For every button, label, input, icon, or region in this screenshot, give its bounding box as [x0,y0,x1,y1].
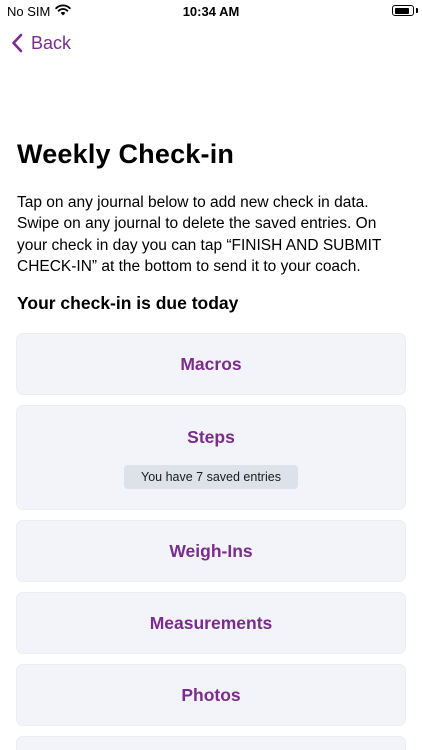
battery-icon [392,5,414,16]
journal-card-measurements[interactable]: Measurements [17,593,405,653]
journal-label: Weigh-Ins [169,541,253,561]
journal-label: Photos [181,685,241,705]
status-bar: No SIM 10:34 AM [0,0,422,22]
chevron-left-icon [12,33,23,53]
journal-card-weigh-ins[interactable]: Weigh-Ins [17,521,405,581]
screen: No SIM 10:34 AM Back Weekly Check-in Tap… [0,0,422,750]
intro-text: Tap on any journal below to add new chec… [17,194,382,276]
journal-card-partial[interactable] [17,737,405,750]
battery-nub [416,8,418,13]
back-label: Back [31,32,72,53]
back-button[interactable]: Back [11,30,71,56]
journal-label: Macros [180,354,242,374]
journal-card-photos[interactable]: Photos [17,665,405,725]
page-title: Weekly Check-in [17,139,235,169]
battery-level [394,7,410,14]
journal-label: Measurements [149,613,273,633]
journal-card-steps[interactable]: Steps You have 7 saved entries [17,406,405,509]
status-time: 10:34 AM [182,4,240,19]
due-status: Your check-in is due today [17,293,239,313]
saved-entries-badge: You have 7 saved entries [124,465,298,489]
journal-label: Steps [187,427,235,447]
journal-card-macros[interactable]: Macros [17,334,405,394]
